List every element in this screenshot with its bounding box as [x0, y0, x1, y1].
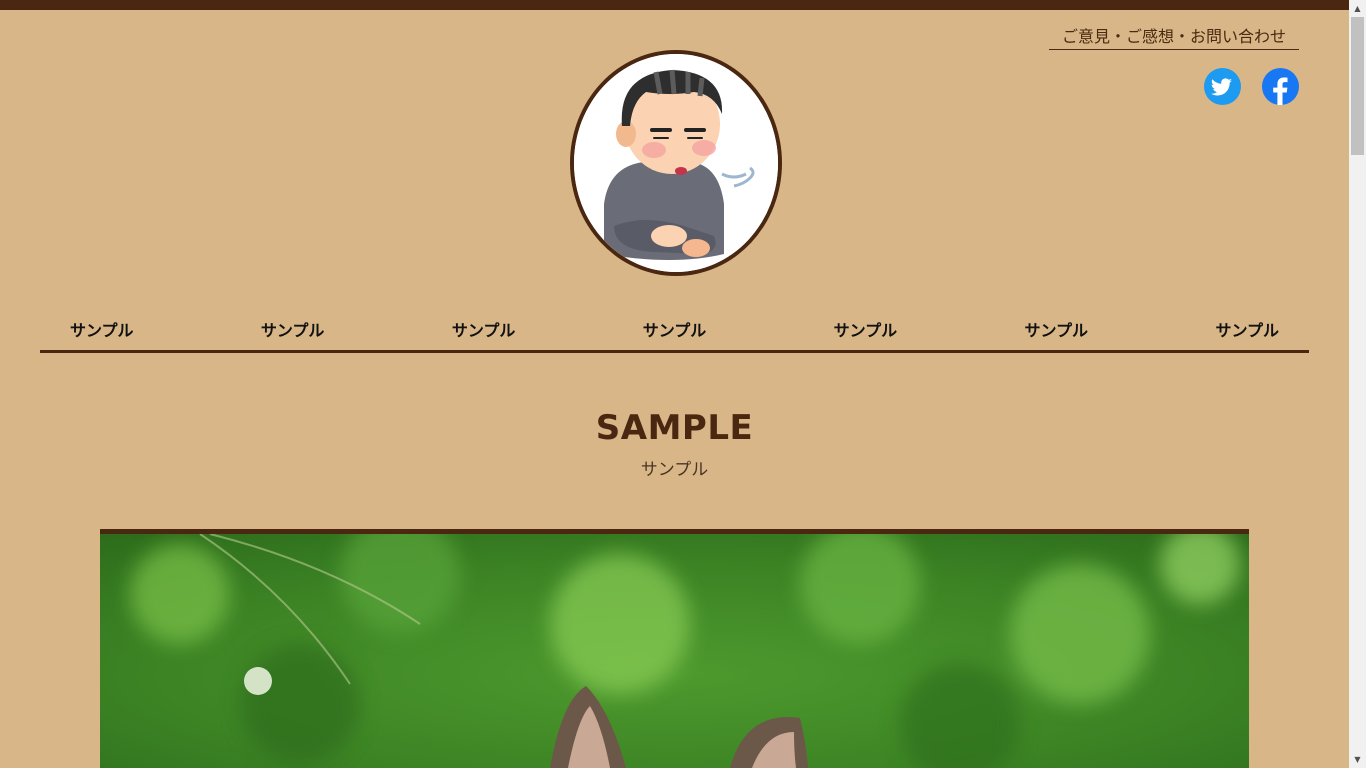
nav-item[interactable]: サンプル [261, 313, 325, 350]
sighing-boy-illustration [574, 54, 778, 272]
nav-item[interactable]: サンプル [70, 313, 134, 350]
facebook-icon[interactable] [1262, 68, 1299, 105]
hero-image [100, 529, 1249, 768]
scroll-up-arrow-icon[interactable]: ▲ [1349, 0, 1366, 17]
nav-item[interactable]: サンプル [643, 313, 707, 350]
top-accent-bar [0, 0, 1349, 10]
nav-item[interactable]: サンプル [452, 313, 516, 350]
cat-in-grass-photo [100, 534, 1249, 768]
scroll-thumb[interactable] [1351, 17, 1364, 155]
nav-item[interactable]: サンプル [834, 313, 898, 350]
contact-link[interactable]: ご意見・ご感想・お問い合わせ [1049, 24, 1299, 50]
main-nav: サンプル サンプル サンプル サンプル サンプル サンプル サンプル [40, 313, 1309, 353]
nav-item[interactable]: サンプル [1215, 313, 1279, 350]
nav-item[interactable]: サンプル [1025, 313, 1089, 350]
avatar [570, 50, 782, 276]
scroll-down-arrow-icon[interactable]: ▼ [1349, 751, 1366, 768]
scrollbar[interactable]: ▲ ▼ [1349, 0, 1366, 768]
twitter-icon[interactable] [1204, 68, 1241, 105]
section-title: SAMPLE [595, 408, 754, 448]
page: ご意見・ご感想・お問い合わせ サンプル サンプル サンプル サンプル サンプル … [0, 0, 1349, 768]
section-subtitle: サンプル [640, 460, 709, 480]
